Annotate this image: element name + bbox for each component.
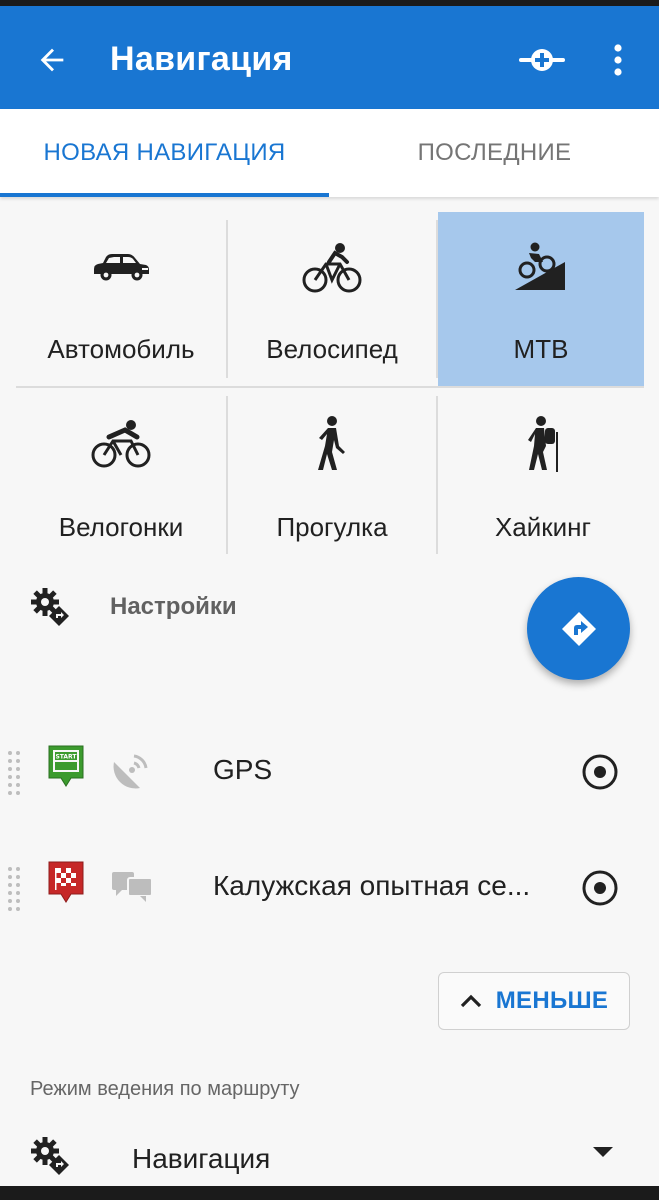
waypoint-name[interactable]: Калужская опытная се... <box>213 870 553 902</box>
back-button[interactable] <box>28 36 76 84</box>
screen: Навигация НОВАЯ НАВИГАЦИЯ ПОСЛЕДНИЕ Авто… <box>0 0 659 1200</box>
grid-divider <box>226 396 228 554</box>
grid-divider <box>436 396 438 554</box>
route-type-road-bike[interactable]: Велогонки <box>16 394 226 554</box>
route-direction-icon <box>561 611 596 646</box>
tab-bar: НОВАЯ НАВИГАЦИЯ ПОСЛЕДНИЕ <box>0 109 659 197</box>
car-icon <box>94 254 149 281</box>
finish-flag-icon <box>48 861 84 903</box>
page-title: Навигация <box>110 40 293 78</box>
active-tab-indicator <box>0 193 329 197</box>
radio-selected-icon[interactable] <box>580 752 620 792</box>
route-type-label: МТВ <box>513 334 569 364</box>
chevron-up-icon <box>460 994 481 1008</box>
route-type-mtb[interactable]: МТВ <box>438 212 644 386</box>
more-options-button[interactable] <box>596 36 640 84</box>
radio-selected-icon[interactable] <box>580 868 620 908</box>
drag-handle-icon[interactable] <box>7 866 23 912</box>
route-type-hiking[interactable]: Хайкинг <box>438 394 648 554</box>
waypoint-row-start: START GPS <box>0 726 659 816</box>
route-type-car[interactable]: Автомобиль <box>16 212 226 378</box>
start-navigation-fab[interactable] <box>527 577 630 680</box>
grid-divider <box>436 220 438 378</box>
route-type-label: Велосипед <box>266 334 398 364</box>
route-settings[interactable]: Настройки <box>30 582 350 632</box>
route-type-label: Автомобиль <box>47 334 195 364</box>
app-bar: Навигация <box>0 6 659 109</box>
navigation-bar <box>0 1186 659 1200</box>
drag-handle-icon[interactable] <box>7 750 23 796</box>
route-type-bicycle[interactable]: Велосипед <box>227 212 437 378</box>
hiking-icon <box>528 416 558 472</box>
mtb-icon <box>515 242 565 290</box>
bicycle-icon <box>302 243 362 293</box>
settings-label: Настройки <box>110 593 237 620</box>
settings-route-icon <box>31 1137 69 1175</box>
poi-search-icon <box>112 872 153 902</box>
road-bike-icon <box>91 420 151 468</box>
less-button[interactable]: МЕНЬШЕ <box>438 972 630 1030</box>
grid-divider <box>16 386 644 388</box>
waypoint-name[interactable]: GPS <box>213 754 553 786</box>
more-vert-icon <box>614 44 622 76</box>
route-type-walking[interactable]: Прогулка <box>227 394 437 554</box>
guidance-mode-label: Режим ведения по маршруту <box>30 1078 300 1100</box>
route-type-label: Велогонки <box>58 512 184 542</box>
less-button-label: МЕНЬШЕ <box>495 987 609 1014</box>
arrow-left-icon <box>40 48 64 72</box>
guidance-mode-select[interactable]: Навигация <box>0 1128 659 1186</box>
route-type-label: Хайкинг <box>494 512 592 542</box>
route-type-label: Прогулка <box>276 512 388 542</box>
grid-divider <box>226 220 228 378</box>
walking-icon <box>318 416 345 470</box>
tab-new-navigation[interactable]: НОВАЯ НАВИГАЦИЯ <box>0 109 329 197</box>
guidance-mode-value: Навигация <box>132 1143 271 1174</box>
add-waypoint-icon <box>519 49 565 71</box>
start-flag-icon: START <box>48 745 84 787</box>
add-waypoint-button[interactable] <box>516 36 568 84</box>
gps-satellite-icon <box>113 754 148 789</box>
waypoint-row-finish: Калужская опытная се... <box>0 842 659 932</box>
start-flag-text: START <box>55 754 77 761</box>
tab-recent[interactable]: ПОСЛЕДНИЕ <box>330 109 659 197</box>
settings-route-icon <box>31 588 69 626</box>
dropdown-arrow-icon <box>593 1147 613 1157</box>
